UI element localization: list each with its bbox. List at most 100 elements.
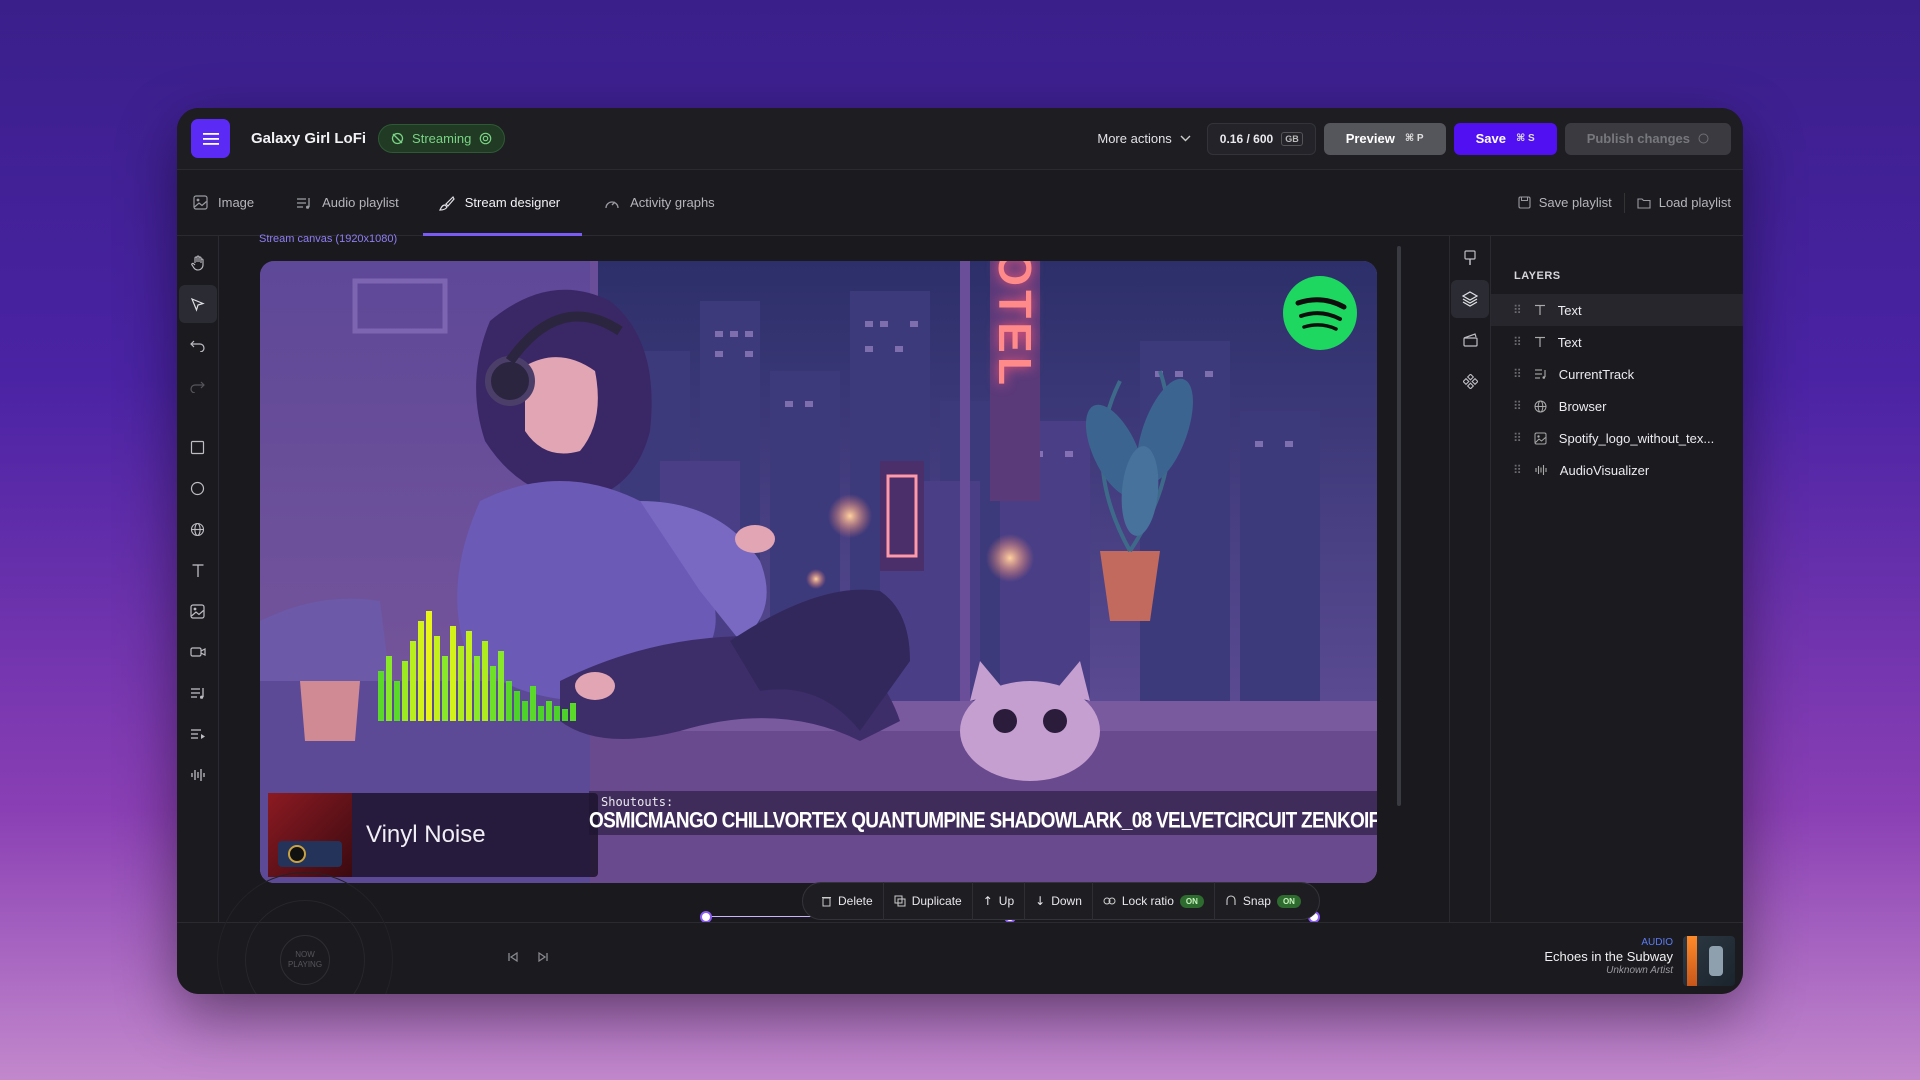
rectangle-tool[interactable] xyxy=(179,428,217,466)
layer-item[interactable]: ⠿ Browser xyxy=(1491,390,1743,422)
drag-handle-icon[interactable]: ⠿ xyxy=(1513,335,1522,349)
drag-handle-icon[interactable]: ⠿ xyxy=(1513,303,1522,317)
layer-label: Browser xyxy=(1558,398,1607,414)
browser-tool[interactable] xyxy=(179,510,217,548)
up-label: Up xyxy=(998,894,1015,908)
shoutouts-text-box[interactable]: Shoutouts: OSMICMANGO CHILLVORTEX QUANTU… xyxy=(589,791,1377,835)
properties-panel-button[interactable] xyxy=(1451,239,1489,277)
drag-handle-icon[interactable]: ⠿ xyxy=(1513,367,1522,381)
storage-usage-indicator: 0.16 / 600 GB xyxy=(1206,122,1316,155)
audio-tag: AUDIO xyxy=(1641,937,1673,948)
ellipse-tool[interactable] xyxy=(179,469,217,507)
drag-handle-icon[interactable]: ⠿ xyxy=(1513,463,1522,477)
tab-activity-graphs-label: Activity graphs xyxy=(630,195,715,210)
text-tool[interactable] xyxy=(179,551,217,589)
current-track-overlay[interactable]: Vinyl Noise xyxy=(268,793,598,877)
queue-tool[interactable] xyxy=(179,715,217,753)
more-actions-label: More actions xyxy=(1097,131,1172,146)
move-down-button[interactable]: ↓ Down xyxy=(1025,882,1092,920)
lock-ratio-label: Lock ratio xyxy=(1121,894,1174,908)
record-disc xyxy=(288,845,306,863)
save-playlist-button[interactable]: Save playlist xyxy=(1506,195,1624,210)
layer-item[interactable]: ⠿ Text xyxy=(1491,326,1743,358)
snap-toggle[interactable]: Snap ON xyxy=(1215,882,1311,920)
select-tool[interactable] xyxy=(178,285,217,323)
queue-play-icon xyxy=(190,729,205,739)
album-art xyxy=(268,793,352,877)
canvas-scrollbar[interactable] xyxy=(1397,246,1401,806)
skip-forward-icon[interactable] xyxy=(537,951,549,963)
album-thumbnail[interactable] xyxy=(1683,936,1735,986)
magnet-icon xyxy=(1226,895,1236,905)
tab-image[interactable]: Image xyxy=(177,170,270,236)
tab-stream-designer-label: Stream designer xyxy=(464,195,561,210)
video-tool[interactable] xyxy=(179,633,217,671)
settings-ring-icon xyxy=(479,132,492,145)
left-toolbar xyxy=(177,236,219,931)
scenes-panel-button[interactable] xyxy=(1451,321,1489,359)
arrow-down-icon: ↓ xyxy=(1035,894,1046,908)
components-panel-button[interactable] xyxy=(1451,362,1489,400)
app-title: Galaxy Girl LoFi xyxy=(251,130,367,147)
delete-button[interactable]: Delete xyxy=(811,882,883,920)
layer-label: CurrentTrack xyxy=(1558,366,1635,382)
load-playlist-button[interactable]: Load playlist xyxy=(1625,195,1743,210)
layer-label: Text xyxy=(1557,334,1582,350)
preview-button[interactable]: Preview ⌘ P xyxy=(1323,122,1446,155)
streaming-status-badge[interactable]: Streaming xyxy=(378,124,506,153)
text-icon xyxy=(1534,336,1545,347)
text-icon xyxy=(1534,304,1545,315)
drag-handle-icon[interactable]: ⠿ xyxy=(1513,431,1522,445)
layer-item[interactable]: ⠿ AudioVisualizer xyxy=(1491,454,1743,486)
layers-panel-button[interactable] xyxy=(1451,280,1489,318)
components-icon xyxy=(1462,373,1478,389)
square-icon xyxy=(190,440,205,454)
visualizer-tool[interactable] xyxy=(179,756,217,794)
preview-label: Preview xyxy=(1345,131,1395,146)
layer-item[interactable]: ⠿ Spotify_logo_without_tex... xyxy=(1491,422,1743,454)
chevron-down-icon xyxy=(1180,135,1191,142)
tab-activity-graphs[interactable]: Activity graphs xyxy=(588,170,731,236)
redo-icon xyxy=(190,381,205,393)
undo-tool[interactable] xyxy=(179,326,217,364)
globe-icon xyxy=(190,522,205,536)
album-thumb-glow xyxy=(1687,936,1697,986)
more-actions-dropdown[interactable]: More actions xyxy=(1097,131,1191,146)
layer-item[interactable]: ⠿ CurrentTrack xyxy=(1491,358,1743,390)
track-title: Echoes in the Subway xyxy=(1544,949,1673,964)
duplicate-label: Duplicate xyxy=(911,894,962,908)
tab-audio-playlist[interactable]: Audio playlist xyxy=(280,170,415,236)
hand-tool[interactable] xyxy=(179,244,217,282)
layer-item[interactable]: ⠿ Text xyxy=(1491,294,1743,326)
skip-back-icon[interactable] xyxy=(507,951,519,963)
move-up-button[interactable]: ↑ Up xyxy=(973,882,1024,920)
globe-icon xyxy=(1534,400,1547,412)
info-circle-icon xyxy=(1698,133,1709,144)
text-icon xyxy=(192,563,203,577)
save-button[interactable]: Save ⌘ S xyxy=(1453,122,1557,155)
waveform-icon xyxy=(190,769,205,781)
menu-button[interactable] xyxy=(191,119,230,158)
now-playing-disc: NOW PLAYING xyxy=(280,935,330,985)
shoutouts-label: Shoutouts: xyxy=(601,795,674,809)
duplicate-button[interactable]: Duplicate xyxy=(884,882,972,920)
top-bar: Galaxy Girl LoFi Streaming More actions … xyxy=(177,108,1743,170)
publish-changes-button[interactable]: Publish changes xyxy=(1564,122,1731,155)
album-thumb-figure xyxy=(1709,946,1723,976)
load-playlist-label: Load playlist xyxy=(1658,195,1731,210)
snap-label: Snap xyxy=(1242,894,1271,908)
redo-tool[interactable] xyxy=(179,367,217,405)
tab-audio-playlist-label: Audio playlist xyxy=(322,195,399,210)
drag-handle-icon[interactable]: ⠿ xyxy=(1513,399,1522,413)
image-tool[interactable] xyxy=(179,592,217,630)
storage-usage-value: 0.16 / 600 xyxy=(1219,131,1274,146)
stream-canvas[interactable]: HOTEL Vinyl Noise Shoutouts: OSMICMANGO … xyxy=(260,261,1377,883)
app-window: Galaxy Girl LoFi Streaming More actions … xyxy=(177,108,1743,994)
right-panel-switcher xyxy=(1449,236,1490,931)
tab-stream-designer[interactable]: Stream designer xyxy=(422,170,583,236)
lock-ratio-toggle[interactable]: Lock ratio ON xyxy=(1093,882,1214,920)
gauge-icon xyxy=(605,200,619,208)
playlist-tool[interactable] xyxy=(179,674,217,712)
undo-icon xyxy=(190,340,205,352)
tab-bar: Image Audio playlist Stream designer Act… xyxy=(177,170,1743,236)
